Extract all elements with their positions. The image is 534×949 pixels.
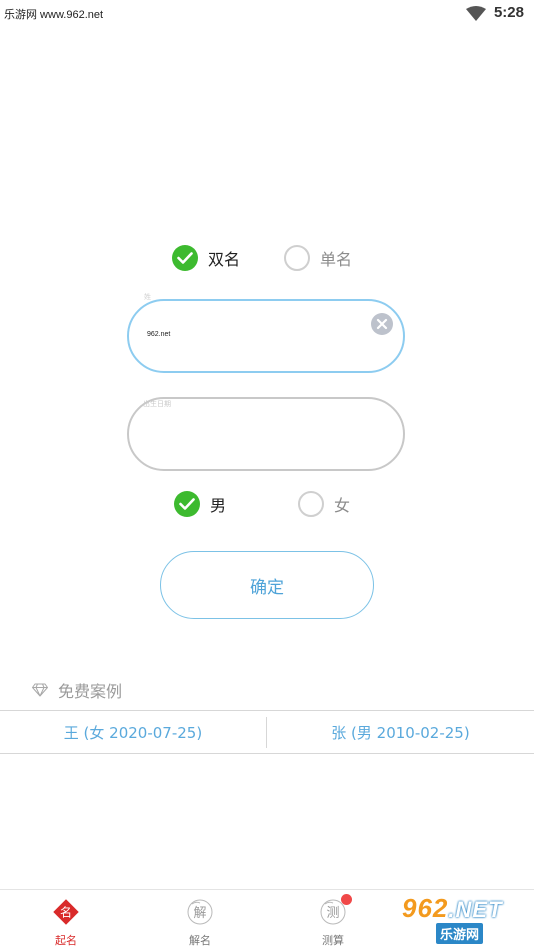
radio-empty-icon: [298, 491, 324, 517]
nav-item-explain[interactable]: 解 解名: [160, 890, 240, 949]
site-watermark-logo: 962.NET 乐游网: [398, 893, 530, 945]
confirm-button[interactable]: 确定: [160, 551, 374, 619]
free-cases-header: 免费案例: [32, 679, 122, 701]
radio-single-name[interactable]: 单名: [284, 243, 352, 273]
svg-text:测: 测: [326, 906, 339, 921]
name-type-group: 双名 单名: [0, 243, 534, 273]
svg-text:解: 解: [193, 906, 206, 921]
radio-empty-icon: [284, 245, 310, 271]
nav-item-naming[interactable]: 名 起名: [26, 890, 106, 949]
notification-badge: [341, 894, 352, 905]
nav-item-calculate[interactable]: 测 测算: [293, 890, 373, 949]
radio-female-label: 女: [334, 496, 351, 515]
explain-icon: 解: [187, 899, 213, 925]
case-item-wang[interactable]: 王 (女 2020-07-25): [0, 711, 266, 754]
clear-input-icon[interactable]: [371, 313, 393, 335]
radio-single-name-label: 单名: [320, 250, 353, 269]
surname-input[interactable]: 962.net: [127, 299, 405, 373]
checkmark-icon: [172, 245, 198, 271]
nav-label-explain: 解名: [189, 934, 211, 947]
surname-input-value: 962.net: [147, 331, 171, 338]
checkmark-icon: [174, 491, 200, 517]
status-bar: 乐游网 www.962.net 5:28: [0, 0, 534, 28]
svg-text:名: 名: [60, 905, 72, 920]
free-cases-list: 王 (女 2020-07-25) 张 (男 2010-02-25): [0, 710, 534, 754]
name-seal-icon: 名: [53, 899, 79, 925]
radio-double-name-label: 双名: [208, 250, 241, 269]
logo-suffix: .NET: [448, 897, 503, 922]
radio-male[interactable]: 男: [174, 489, 226, 519]
nav-label-naming: 起名: [55, 934, 77, 947]
radio-female[interactable]: 女: [298, 489, 350, 519]
status-time: 5:28: [493, 4, 524, 21]
free-cases-title: 免费案例: [58, 682, 123, 701]
diamond-icon: [32, 683, 48, 697]
logo-site-name: 乐游网: [436, 923, 484, 944]
case-item-zhang[interactable]: 张 (男 2010-02-25): [267, 711, 534, 754]
radio-male-label: 男: [210, 496, 227, 515]
nav-label-calculate: 测算: [322, 934, 344, 947]
radio-double-name[interactable]: 双名: [172, 243, 240, 273]
gender-group: 男 女: [0, 489, 534, 519]
birth-date-hint: 出生日期: [143, 400, 171, 408]
status-watermark-text: 乐游网 www.962.net: [4, 9, 104, 21]
wifi-icon: [466, 6, 486, 21]
logo-digits: 962: [402, 893, 449, 923]
